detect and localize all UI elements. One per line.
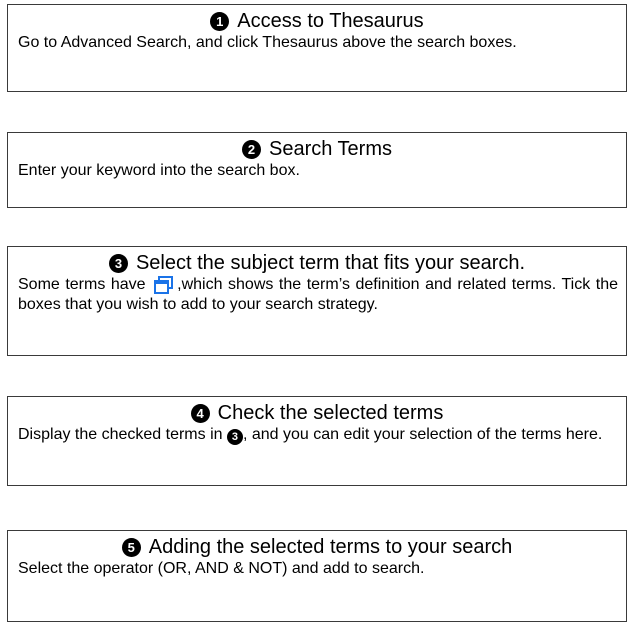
step-5-body: Select the operator (OR, AND & NOT) and …: [18, 560, 425, 577]
step-2-body: Enter your keyword into the search box.: [18, 162, 300, 179]
step-2-title-text: Search Terms: [268, 138, 392, 160]
step-4-body: Display the checked terms in 3, and you …: [8, 425, 626, 445]
step-3-body-before-icon: Some terms have: [18, 276, 146, 293]
step-4-ref-number-badge: 3: [226, 429, 243, 445]
step-3-title: 3 Select the subject term that fits your …: [8, 251, 626, 275]
step-4-box: 4 Check the selected terms Display the ch…: [7, 396, 627, 486]
step-4-body-after-ref: , and you can edit your selection of the…: [242, 426, 603, 443]
step-5-title: 5 Adding the selected terms to your searc…: [8, 535, 626, 559]
step-1-title: 1 Access to Thesaurus: [8, 9, 626, 33]
step-2-title: 2 Search Terms: [8, 137, 626, 161]
step-5-title-text: Adding the selected terms to your search: [148, 536, 513, 558]
step-5-number-badge: 5: [121, 538, 141, 557]
step-3-title-text: Select the subject term that fits your s…: [135, 252, 526, 274]
step-1-box: 1 Access to Thesaurus Go to Advanced Sear…: [7, 4, 627, 92]
step-2-number-badge: 2: [241, 140, 261, 159]
step-1-number-badge: 1: [210, 12, 230, 31]
step-5-box: 5 Adding the selected terms to your searc…: [7, 530, 627, 622]
window-popup-icon: [153, 276, 175, 294]
step-3-number-badge: 3: [108, 254, 128, 273]
step-2-box: 2 Search Terms Enter your keyword into th…: [7, 132, 627, 208]
step-4-title-text: Check the selected terms: [217, 402, 444, 424]
step-3-body: Some terms have ,which shows the term’s …: [8, 275, 626, 315]
step-1-body: Go to Advanced Search, and click Thesaur…: [18, 34, 517, 51]
step-4-title: 4 Check the selected terms: [8, 401, 626, 425]
step-4-number-badge: 4: [190, 404, 210, 423]
step-3-box: 3 Select the subject term that fits your …: [7, 246, 627, 356]
step-1-title-text: Access to Thesaurus: [237, 10, 424, 32]
step-4-body-before-ref: Display the checked terms in: [18, 426, 223, 443]
